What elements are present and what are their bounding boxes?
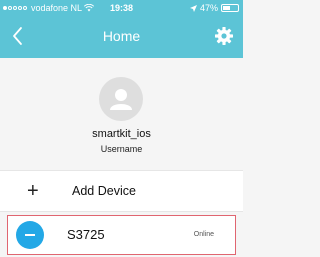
navigation-bar: Home bbox=[0, 20, 243, 54]
plus-icon: + bbox=[27, 180, 39, 202]
gear-icon[interactable] bbox=[214, 26, 234, 46]
username: smartkit_ios bbox=[92, 128, 151, 140]
add-device-button[interactable]: + Add Device bbox=[0, 170, 243, 212]
device-name: S3725 bbox=[67, 227, 105, 242]
user-icon bbox=[110, 89, 132, 110]
avatar[interactable] bbox=[99, 77, 143, 121]
battery-icon bbox=[221, 4, 239, 12]
page-title: Home bbox=[102, 28, 141, 44]
device-status: Online bbox=[193, 231, 214, 238]
location-icon bbox=[189, 4, 197, 12]
device-list-item[interactable]: S3725 Online bbox=[7, 215, 236, 255]
battery-percent: 47% bbox=[199, 3, 218, 13]
status-bar: vodafone NL 19:38 47% bbox=[0, 0, 243, 17]
header-bar: vodafone NL 19:38 47% Home bbox=[0, 0, 243, 58]
device-icon bbox=[16, 221, 44, 249]
add-device-label: Add Device bbox=[72, 184, 136, 198]
username-label: Username bbox=[100, 144, 143, 154]
status-right: 47% bbox=[189, 3, 239, 13]
profile-section: smartkit_ios Username bbox=[0, 58, 243, 168]
